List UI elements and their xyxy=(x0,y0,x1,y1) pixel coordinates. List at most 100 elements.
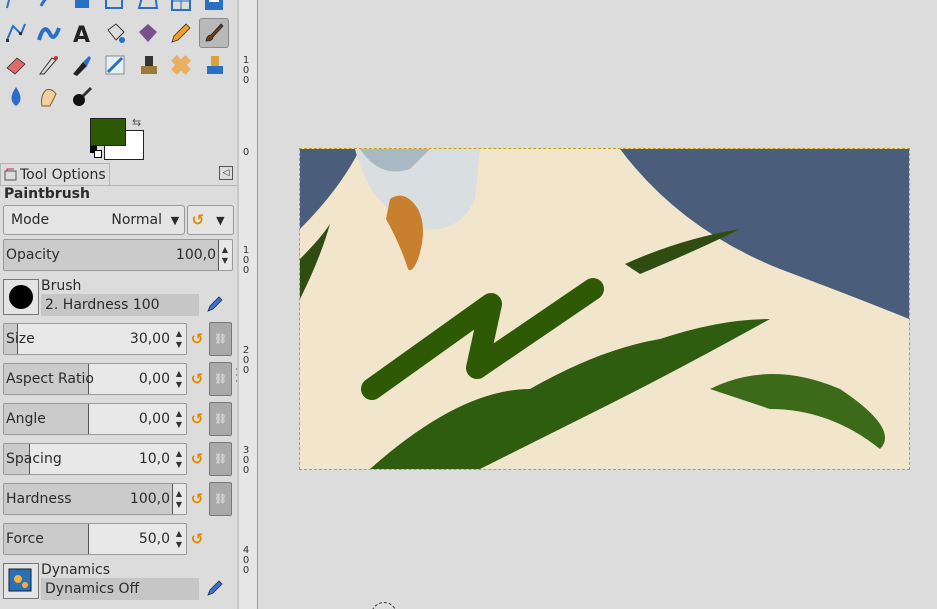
tab-label: Tool Options xyxy=(20,166,106,183)
clone-tool-button[interactable] xyxy=(133,50,163,80)
tab-menu-icon[interactable]: ◁ xyxy=(219,166,233,180)
force-reset-icon[interactable]: ↺ xyxy=(188,529,206,549)
flip-tool-button[interactable] xyxy=(199,0,229,16)
angle-spinscale[interactable]: Angle 0,00 ▲ ▼ xyxy=(3,403,187,435)
spacing-spinscale[interactable]: Spacing 10,0 ▲ ▼ xyxy=(3,443,187,475)
tab-tool-options[interactable]: Tool Options xyxy=(0,163,110,185)
force-value: 50,0 xyxy=(138,531,170,547)
pencil-tool-button[interactable] xyxy=(166,18,196,48)
foreground-color-swatch[interactable] xyxy=(90,118,126,146)
hardness-link-icon[interactable]: ⛓ xyxy=(209,482,232,516)
brush-label: Brush xyxy=(41,278,82,294)
mode-reset-combo[interactable]: ↺ ▼ xyxy=(187,205,234,235)
brush-preview[interactable] xyxy=(3,279,39,315)
paths-tool-button[interactable] xyxy=(1,18,31,48)
spacing-link-icon[interactable]: ⛓ xyxy=(209,442,232,476)
brush-cursor xyxy=(371,602,397,609)
swap-colors-icon[interactable]: ⇆ xyxy=(132,116,141,129)
force-label: Force xyxy=(6,531,44,547)
edit-brush-icon[interactable] xyxy=(205,294,225,314)
perspective-tool-icon xyxy=(137,0,159,9)
reset-colors-icon[interactable] xyxy=(90,146,102,158)
warp-transform-button[interactable] xyxy=(34,18,64,48)
perspective-tool-button[interactable] xyxy=(133,0,163,16)
crop-tool-button[interactable] xyxy=(67,0,97,16)
force-stepper[interactable]: ▲ ▼ xyxy=(172,524,186,554)
ruler-label: 1 0 0 xyxy=(242,245,250,276)
gradient-tool-button[interactable] xyxy=(133,18,163,48)
mode-combo[interactable]: Mode Normal ▼ xyxy=(3,205,185,235)
bucket-fill-icon xyxy=(107,23,125,43)
size-value: 30,00 xyxy=(129,331,170,347)
aspect-ratio-label: Aspect Ratio xyxy=(6,371,94,387)
mypaint-brush-button[interactable] xyxy=(100,50,130,80)
blur-sharpen-button[interactable] xyxy=(1,82,31,112)
flip-tool-icon xyxy=(205,0,223,10)
reset-icon: ↺ xyxy=(191,211,205,229)
angle-stepper[interactable]: ▲ ▼ xyxy=(172,404,186,434)
hardness-spinscale[interactable]: Hardness 100,0 ▲ ▼ xyxy=(3,483,187,515)
smudge-hand-icon xyxy=(41,89,57,107)
opacity-stepper[interactable]: ▲ ▼ xyxy=(218,240,232,270)
cage-tool-button[interactable] xyxy=(166,0,196,16)
dock-tab-bar: Tool Options ◁ xyxy=(0,163,237,186)
image-layer[interactable] xyxy=(299,148,910,470)
perspective-clone-button[interactable] xyxy=(199,50,229,80)
free-select-tool-icon xyxy=(6,0,11,9)
angle-reset-icon[interactable]: ↺ xyxy=(188,409,206,429)
image-canvas[interactable] xyxy=(258,0,937,609)
aspect-ratio-stepper[interactable]: ▲ ▼ xyxy=(172,364,186,394)
color-selector: ⇆ xyxy=(88,116,148,162)
ruler-label: 1 0 0 xyxy=(242,55,250,86)
chevron-down-icon: ▼ xyxy=(170,213,180,227)
size-reset-icon[interactable]: ↺ xyxy=(188,329,206,349)
text-tool-button[interactable]: A xyxy=(67,18,97,48)
edit-dynamics-icon[interactable] xyxy=(205,578,225,598)
splitter-handle[interactable]: · · · xyxy=(235,366,238,387)
pencil-tool-icon xyxy=(171,23,191,43)
aspect-ratio-spinscale[interactable]: Aspect Ratio 0,00 ▲ ▼ xyxy=(3,363,187,395)
svg-text:A: A xyxy=(73,23,90,46)
gradient-tool-icon xyxy=(139,24,157,42)
transform-tool-button[interactable] xyxy=(100,0,130,16)
hardness-stepper[interactable]: ▲ ▼ xyxy=(172,484,186,514)
spacing-reset-icon[interactable]: ↺ xyxy=(188,449,206,469)
free-select-tool-button[interactable] xyxy=(1,0,31,16)
vertical-ruler: 1 0 0 0 1 0 0 2 0 0 3 0 0 4 0 0 xyxy=(239,0,258,609)
aspect-ratio-link-icon[interactable]: ⛓ xyxy=(209,362,232,396)
smudge-tool-button[interactable] xyxy=(34,0,64,16)
dynamics-preview[interactable] xyxy=(3,563,39,599)
size-spinscale[interactable]: Size 30,00 ▲ ▼ xyxy=(3,323,187,355)
opacity-spinscale[interactable]: Opacity 100,0 ▲ ▼ xyxy=(3,239,233,271)
airbrush-tool-button[interactable] xyxy=(34,50,64,80)
spacing-value: 10,0 xyxy=(138,451,170,467)
eraser-tool-button[interactable] xyxy=(1,50,31,80)
ink-tool-button[interactable] xyxy=(67,50,97,80)
hardness-reset-icon[interactable]: ↺ xyxy=(188,489,206,509)
hardness-label: Hardness xyxy=(6,491,72,507)
ruler-label: 4 0 0 xyxy=(242,545,250,576)
angle-link-icon[interactable]: ⛓ xyxy=(209,402,232,436)
spacing-stepper[interactable]: ▲ ▼ xyxy=(172,444,186,474)
brush-name-field[interactable]: 2. Hardness 100 xyxy=(41,294,199,316)
clone-tool-icon xyxy=(141,56,157,74)
force-spinscale[interactable]: Force 50,0 ▲ ▼ xyxy=(3,523,187,555)
mode-label: Mode xyxy=(11,212,50,228)
paintbrush-tool-button[interactable] xyxy=(199,18,229,48)
heal-tool-button[interactable] xyxy=(166,50,196,80)
dynamics-icon xyxy=(8,568,32,592)
size-link-icon[interactable]: ⛓ xyxy=(209,322,232,356)
bucket-fill-button[interactable] xyxy=(100,18,130,48)
spacing-label: Spacing xyxy=(6,451,62,467)
aspect-ratio-reset-icon[interactable]: ↺ xyxy=(188,369,206,389)
tool-options-icon xyxy=(4,168,17,180)
opacity-value: 100,0 xyxy=(175,247,216,263)
paths-tool-icon xyxy=(6,23,26,42)
dynamics-name-field[interactable]: Dynamics Off xyxy=(41,578,199,600)
brush-name: 2. Hardness 100 xyxy=(45,297,160,313)
size-label: Size xyxy=(6,331,35,347)
dodge-burn-button[interactable] xyxy=(67,82,97,112)
size-stepper[interactable]: ▲ ▼ xyxy=(172,324,186,354)
smudge-hand-button[interactable] xyxy=(34,82,64,112)
tool-options-title: Paintbrush xyxy=(4,186,90,202)
